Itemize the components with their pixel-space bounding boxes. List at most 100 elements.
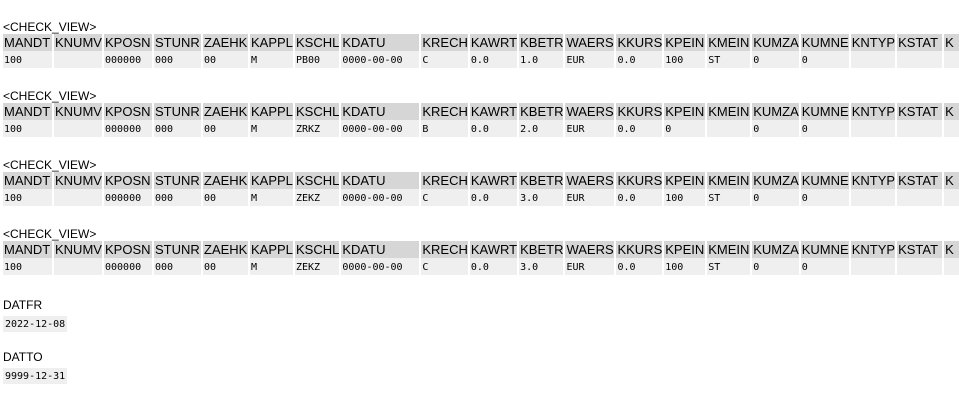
cell-kappl: M	[250, 51, 293, 68]
cell-krech: C	[421, 258, 468, 275]
cell-kschl: ZRKZ	[295, 120, 340, 137]
cell-kappl: M	[250, 258, 293, 275]
column-header-kmein: KMEIN	[707, 241, 751, 258]
column-header-kumne: KUMNE	[800, 103, 849, 120]
cell-kawrt: 0.0	[469, 120, 518, 137]
cell-kawrt: 0.0	[469, 189, 518, 206]
column-header-kpein: KPEIN	[664, 34, 706, 51]
column-header-knumv: KNUMV	[54, 103, 102, 120]
column-header-zaehk: ZAEHK	[203, 172, 248, 189]
column-header-kmein: KMEIN	[707, 103, 751, 120]
cell-kstat	[897, 120, 943, 137]
cell-knumv	[54, 120, 102, 137]
cell-k	[944, 120, 959, 137]
column-header-zaehk: ZAEHK	[203, 34, 248, 51]
column-header-kumne: KUMNE	[800, 172, 849, 189]
column-header-kbetr: KBETR	[519, 103, 564, 120]
column-header-kschl: KSCHL	[295, 241, 340, 258]
cell-stunr: 000	[154, 51, 201, 68]
cell-kdatu: 0000-00-00	[341, 258, 420, 275]
column-header-kpein: KPEIN	[664, 172, 706, 189]
cell-waers: EUR	[565, 258, 615, 275]
column-header-waers: WAERS	[565, 103, 615, 120]
column-header-kumza: KUMZA	[752, 34, 799, 51]
column-header-waers: WAERS	[565, 34, 615, 51]
column-header-kumza: KUMZA	[752, 172, 799, 189]
column-header-mandt: MANDT	[3, 172, 52, 189]
cell-kposn: 000000	[104, 120, 152, 137]
column-header-kschl: KSCHL	[295, 34, 340, 51]
cell-waers: EUR	[565, 189, 615, 206]
column-header-kumza: KUMZA	[752, 241, 799, 258]
cell-knumv	[54, 189, 102, 206]
header-row: MANDT KNUMV KPOSN STUNR ZAEHK KAPPL KSCHL KDATU…	[3, 34, 959, 51]
column-header-kpein: KPEIN	[664, 103, 706, 120]
cell-kumza: 0	[752, 189, 799, 206]
cell-kkurs: 0.0	[616, 189, 663, 206]
column-header-krech: KRECH	[421, 172, 468, 189]
column-header-kntyp: KNTYP	[850, 241, 896, 258]
column-header-kstat: KSTAT	[897, 34, 943, 51]
cell-kbetr: 3.0	[519, 258, 564, 275]
column-header-kawrt: KAWRT	[469, 34, 518, 51]
column-header-kstat: KSTAT	[897, 103, 943, 120]
column-header-kdatu: KDATU	[341, 103, 420, 120]
cell-k	[944, 51, 959, 68]
check-view-block-4: <CHECK_VIEW> MANDT KNUMV KPOSN STUNR ZAEHK KA…	[3, 227, 959, 275]
column-header-krech: KRECH	[421, 241, 468, 258]
column-header-k: K	[944, 241, 959, 258]
column-header-kmein: KMEIN	[707, 172, 751, 189]
cell-kkurs: 0.0	[616, 120, 663, 137]
column-header-kntyp: KNTYP	[850, 103, 896, 120]
cell-kposn: 000000	[104, 258, 152, 275]
column-header-kumza: KUMZA	[752, 103, 799, 120]
cell-kposn: 000000	[104, 189, 152, 206]
column-header-kawrt: KAWRT	[469, 172, 518, 189]
cell-kdatu: 0000-00-00	[341, 189, 420, 206]
cell-kumne: 0	[800, 51, 849, 68]
column-header-zaehk: ZAEHK	[203, 241, 248, 258]
column-header-kumne: KUMNE	[800, 34, 849, 51]
column-header-kntyp: KNTYP	[850, 172, 896, 189]
cell-kposn: 000000	[104, 51, 152, 68]
cell-kschl: PB00	[295, 51, 340, 68]
cell-kawrt: 0.0	[469, 258, 518, 275]
column-header-zaehk: ZAEHK	[203, 103, 248, 120]
datfr-value: 2022-12-08	[3, 316, 68, 332]
check-view-block-2: <CHECK_VIEW> MANDT KNUMV KPOSN STUNR ZAEHK KA…	[3, 89, 959, 137]
datto-label: DATTO	[3, 350, 43, 364]
column-header-krech: KRECH	[421, 34, 468, 51]
column-header-k: K	[944, 103, 959, 120]
cell-kstat	[897, 258, 943, 275]
cell-kbetr: 3.0	[519, 189, 564, 206]
cell-stunr: 000	[154, 258, 201, 275]
column-header-kstat: KSTAT	[897, 241, 943, 258]
cell-krech: C	[421, 51, 468, 68]
cell-zaehk: 00	[203, 189, 248, 206]
block-title: <CHECK_VIEW>	[3, 20, 97, 34]
check-view-table: MANDT KNUMV KPOSN STUNR ZAEHK KAPPL KSCHL KDATU…	[1, 241, 959, 275]
table-row: 100 000000 000 00 M PB00 0000-00-00 C 0.0 1.0 EUR 0…	[3, 51, 959, 68]
column-header-krech: KRECH	[421, 103, 468, 120]
column-header-kawrt: KAWRT	[469, 103, 518, 120]
cell-stunr: 000	[154, 189, 201, 206]
column-header-kposn: KPOSN	[104, 172, 152, 189]
block-title: <CHECK_VIEW>	[3, 227, 97, 241]
cell-kumza: 0	[752, 258, 799, 275]
column-header-kdatu: KDATU	[341, 34, 420, 51]
check-view-block-1: <CHECK_VIEW> MANDT KNUMV KPOSN STUNR ZAEHK KA…	[3, 20, 959, 68]
table-row: 100 000000 000 00 M ZEKZ 0000-00-00 C 0.0 3.0 EUR 0…	[3, 189, 959, 206]
header-row: MANDT KNUMV KPOSN STUNR ZAEHK KAPPL KSCHL KDATU…	[3, 241, 959, 258]
column-header-kpein: KPEIN	[664, 241, 706, 258]
column-header-kkurs: KKURS	[616, 241, 663, 258]
cell-zaehk: 00	[203, 51, 248, 68]
cell-mandt: 100	[3, 189, 52, 206]
column-header-kkurs: KKURS	[616, 103, 663, 120]
cell-kdatu: 0000-00-00	[341, 120, 420, 137]
cell-kstat	[897, 189, 943, 206]
table-row: 100 000000 000 00 M ZEKZ 0000-00-00 C 0.0 3.0 EUR 0…	[3, 258, 959, 275]
cell-kumne: 0	[800, 258, 849, 275]
column-header-kbetr: KBETR	[519, 241, 564, 258]
datto-value: 9999-12-31	[3, 368, 68, 384]
cell-stunr: 000	[154, 120, 201, 137]
